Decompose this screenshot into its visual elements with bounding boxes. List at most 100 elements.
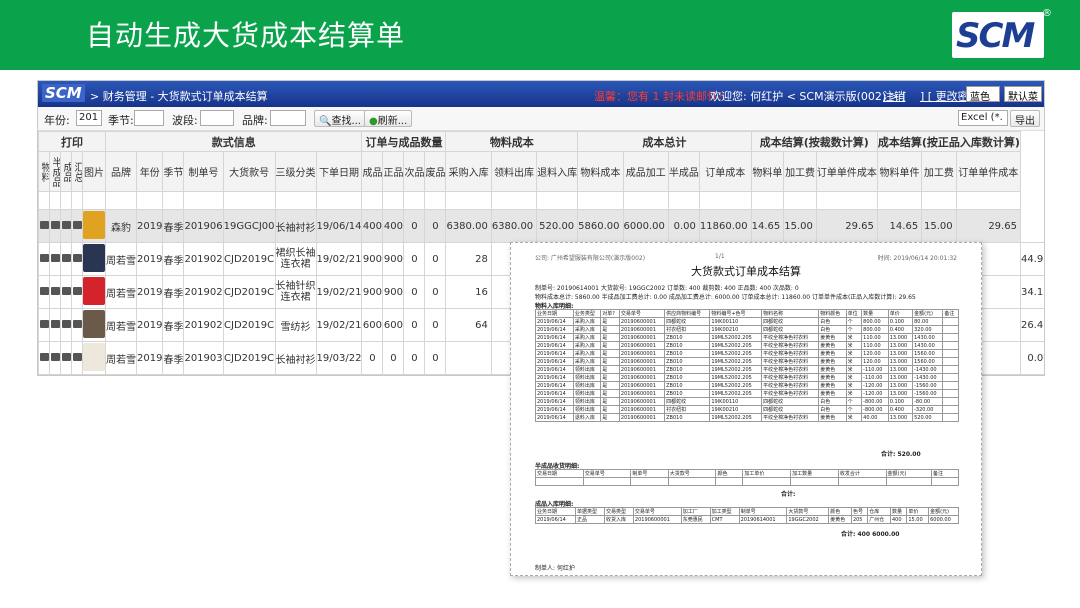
print-finished-icon[interactable]	[60, 242, 72, 276]
filter-input[interactable]	[815, 191, 878, 210]
col-header[interactable]: 采购入库	[445, 151, 492, 192]
filter-input[interactable]	[445, 191, 492, 210]
filter-input[interactable]	[577, 191, 624, 210]
band-select[interactable]	[200, 110, 234, 126]
filter-input[interactable]	[698, 191, 752, 210]
col-header[interactable]: 三级分类	[274, 151, 317, 192]
filter-input[interactable]	[105, 191, 137, 210]
col-header[interactable]: 加工费	[921, 151, 957, 192]
col-header[interactable]: 大货款号	[222, 151, 276, 192]
col-header[interactable]: 退料入库	[536, 151, 579, 192]
theme-select[interactable]: 蓝色	[966, 86, 1000, 103]
col-header[interactable]: 成品	[361, 151, 384, 192]
print-finished-icon[interactable]	[60, 308, 72, 342]
print-material-icon[interactable]	[38, 275, 50, 309]
col-header[interactable]: 汇总	[71, 151, 83, 192]
col-header[interactable]: 正品	[382, 151, 405, 192]
season-select[interactable]	[134, 110, 164, 126]
col-header[interactable]: 物料单件	[876, 151, 923, 192]
doc-table-row-cell: 1560.00	[912, 357, 944, 366]
col-header[interactable]: 订单单件成本	[955, 151, 1021, 192]
export-button[interactable]: 导出	[1010, 110, 1040, 127]
print-finished-icon[interactable]	[60, 209, 72, 243]
doc-table-row-cell: 0.400	[887, 325, 914, 334]
year-select[interactable]: 201	[76, 110, 102, 126]
col-header[interactable]: 品牌	[105, 151, 137, 192]
welcome-user: 欢迎您: 何红护 < SCM演示版(002) > [	[710, 90, 907, 103]
filter-input[interactable]	[274, 191, 317, 210]
filter-input[interactable]	[955, 191, 1021, 210]
print-semi-icon[interactable]	[49, 209, 61, 243]
filter-input[interactable]	[183, 191, 224, 210]
filter-input[interactable]	[361, 191, 384, 210]
col-header[interactable]: 物料单	[750, 151, 785, 192]
cell-good: 400	[382, 209, 405, 243]
col-header[interactable]: 图片	[82, 151, 106, 192]
doc-table-row-cell: 是	[600, 397, 620, 406]
print-summary-icon[interactable]	[71, 308, 83, 342]
table-row[interactable]: 森豹 2019 春季 201906 19GGCJ00 长袖衬衫 19/06/14…	[38, 209, 1045, 243]
col-header[interactable]: 制单号	[183, 151, 224, 192]
col-header[interactable]: 年份	[135, 151, 164, 192]
filter-input[interactable]	[783, 191, 817, 210]
search-button[interactable]: 🔍查找...	[314, 110, 366, 127]
print-material-icon[interactable]	[38, 242, 50, 276]
col-header[interactable]: 季节	[162, 151, 185, 192]
col-header[interactable]: 成品加工	[622, 151, 669, 192]
doc-table-header-cell: 业务类型	[572, 309, 602, 318]
unread-mail-notice[interactable]: 温馨：您有 1 封未读邮件!	[594, 88, 722, 104]
doc-table-row-cell: 是	[600, 325, 620, 334]
col-header[interactable]: 加工费	[783, 151, 817, 192]
cell-purchase-in: 16	[445, 275, 492, 309]
print-summary-icon[interactable]	[71, 275, 83, 309]
menu-style-select[interactable]: 默认菜	[1004, 86, 1042, 103]
print-summary-icon[interactable]	[71, 209, 83, 243]
filter-input[interactable]	[490, 191, 538, 210]
filter-input[interactable]	[382, 191, 405, 210]
print-material-icon[interactable]	[38, 209, 50, 243]
col-header[interactable]: 次品	[403, 151, 426, 192]
filter-input[interactable]	[667, 191, 700, 210]
print-finished-icon[interactable]	[60, 341, 72, 375]
refresh-button[interactable]: ●刷新...	[364, 110, 413, 127]
filter-input[interactable]	[750, 191, 785, 210]
doc-table-row-cell: 领料出库	[572, 389, 602, 398]
filter-input[interactable]	[315, 191, 363, 210]
cell-finished: 600	[361, 308, 384, 342]
filter-input[interactable]	[536, 191, 579, 210]
brand-select[interactable]	[270, 110, 306, 126]
filter-input[interactable]	[403, 191, 426, 210]
filter-input[interactable]	[622, 191, 669, 210]
cell-good: 900	[382, 242, 405, 276]
print-summary-icon[interactable]	[71, 242, 83, 276]
col-header[interactable]: 物料	[38, 151, 50, 192]
filter-input[interactable]	[424, 191, 447, 210]
col-header[interactable]: 下单日期	[315, 151, 363, 192]
filter-input[interactable]	[135, 191, 164, 210]
print-material-icon[interactable]	[38, 308, 50, 342]
col-header[interactable]: 领料出库	[490, 151, 538, 192]
print-semi-icon[interactable]	[49, 275, 61, 309]
filter-input[interactable]	[162, 191, 185, 210]
print-finished-icon[interactable]	[60, 275, 72, 309]
col-header[interactable]: 物料成本	[577, 151, 624, 192]
print-semi-icon[interactable]	[49, 242, 61, 276]
logout-link[interactable]: 注销	[883, 88, 905, 104]
col-header[interactable]: 订单单件成本	[815, 151, 878, 192]
cell-unit-cost2: 0.00	[1019, 341, 1044, 375]
col-header[interactable]: 半成品	[667, 151, 700, 192]
doc-table-header-cell: 物料名称	[761, 309, 820, 318]
print-semi-icon[interactable]	[49, 341, 61, 375]
col-header[interactable]: 废品	[424, 151, 447, 192]
filter-input[interactable]	[876, 191, 923, 210]
print-material-icon[interactable]	[38, 341, 50, 375]
col-header[interactable]: 订单成本	[698, 151, 752, 192]
col-header[interactable]: 半成品	[49, 151, 61, 192]
filter-input[interactable]	[921, 191, 957, 210]
filter-cell	[82, 191, 106, 210]
print-summary-icon[interactable]	[71, 341, 83, 375]
export-format-select[interactable]: Excel (*.	[958, 110, 1008, 126]
print-semi-icon[interactable]	[49, 308, 61, 342]
filter-input[interactable]	[222, 191, 276, 210]
col-header[interactable]: 成品	[60, 151, 72, 192]
